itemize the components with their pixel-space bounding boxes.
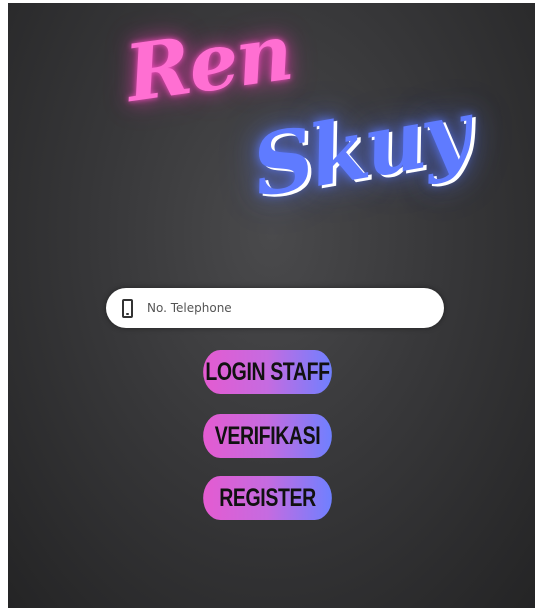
logo-word-skuy: Skuy xyxy=(244,80,476,217)
phone-number-field[interactable] xyxy=(106,288,444,328)
phone-icon xyxy=(122,298,133,318)
logo-word-ren: Ren xyxy=(120,6,297,121)
phone-number-input[interactable] xyxy=(147,301,387,315)
login-staff-button[interactable]: LOGIN STAFF xyxy=(203,350,332,394)
verifikasi-button[interactable]: VERIFIKASI xyxy=(203,414,332,458)
renskuy-logo: Ren Skuy xyxy=(8,3,535,243)
register-button[interactable]: REGISTER xyxy=(203,476,332,520)
app-screen: Ren Skuy LOGIN STAFF VERIFIKASI REGISTER xyxy=(8,3,535,608)
